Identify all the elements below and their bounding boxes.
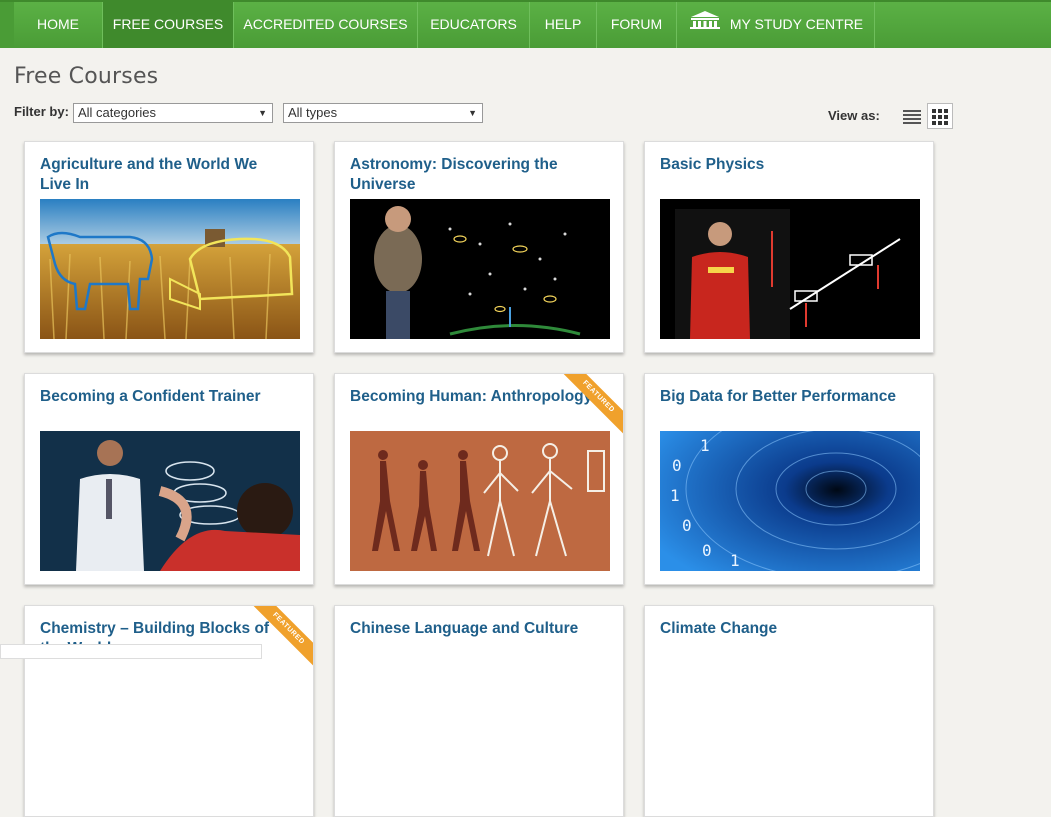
svg-text:0: 0 [682, 516, 692, 535]
dropdown-arrow-icon: ▼ [468, 108, 477, 118]
list-view-icon [903, 110, 921, 124]
category-select[interactable]: All categories ▼ [73, 103, 273, 123]
course-card[interactable]: Astronomy: Discovering the Universe [334, 141, 624, 353]
main-nav: HOME FREE COURSES ACCREDITED COURSES EDU… [0, 0, 1051, 48]
svg-text:0: 0 [702, 541, 712, 560]
nav-help[interactable]: HELP [530, 2, 597, 48]
course-title[interactable]: Climate Change [660, 619, 910, 639]
nav-free-courses[interactable]: FREE COURSES [103, 2, 234, 48]
course-card[interactable]: Chemistry – Building Blocks of the World… [24, 605, 314, 817]
svg-text:1: 1 [730, 551, 740, 570]
course-card[interactable]: Basic Physics [644, 141, 934, 353]
course-title[interactable]: Astronomy: Discovering the Universe [350, 155, 600, 195]
course-card[interactable]: Climate Change [644, 605, 934, 817]
nav-home[interactable]: HOME [14, 2, 103, 48]
course-title[interactable]: Chinese Language and Culture [350, 619, 600, 639]
featured-label: FEATURED [556, 374, 623, 439]
course-thumbnail[interactable] [350, 431, 610, 571]
filter-label: Filter by: [14, 104, 69, 119]
course-title[interactable]: Becoming a Confident Trainer [40, 387, 290, 407]
course-thumbnail[interactable] [40, 431, 300, 571]
course-thumbnail[interactable]: 010 011 [660, 431, 920, 571]
course-card[interactable]: Becoming Human: Anthropology FEATURED [334, 373, 624, 585]
type-select-value: All types [288, 105, 338, 120]
nav-educators[interactable]: EDUCATORS [418, 2, 530, 48]
building-icon [688, 3, 722, 47]
course-thumbnail[interactable] [660, 199, 920, 339]
grid-view-button[interactable] [927, 103, 953, 129]
nav-my-study-centre-label: MY STUDY CENTRE [729, 16, 864, 32]
list-view-button[interactable] [899, 103, 925, 129]
course-card[interactable]: Becoming a Confident Trainer [24, 373, 314, 585]
nav-accredited-courses[interactable]: ACCREDITED COURSES [234, 2, 418, 48]
grid-view-icon [932, 109, 948, 125]
course-card[interactable]: Big Data for Better Performance 010 011 [644, 373, 934, 585]
nav-my-study-centre[interactable]: MY STUDY CENTRE [677, 2, 875, 48]
page-title: Free Courses [14, 64, 159, 89]
course-title[interactable]: Basic Physics [660, 155, 910, 175]
view-as-label: View as: [828, 108, 880, 123]
nav-forum[interactable]: FORUM [597, 2, 677, 48]
course-title[interactable]: Agriculture and the World We Live In [40, 155, 290, 195]
type-select[interactable]: All types ▼ [283, 103, 483, 123]
course-thumbnail[interactable] [40, 199, 300, 339]
course-card[interactable]: Chinese Language and Culture [334, 605, 624, 817]
nav-edge [0, 2, 14, 48]
featured-ribbon: FEATURED [244, 606, 313, 675]
category-select-value: All categories [78, 105, 157, 120]
status-bar [0, 644, 262, 659]
course-card[interactable]: Agriculture and the World We Live In [24, 141, 314, 353]
course-thumbnail[interactable] [350, 199, 610, 339]
dropdown-arrow-icon: ▼ [258, 108, 267, 118]
svg-text:1: 1 [700, 436, 710, 455]
featured-label: FEATURED [246, 606, 313, 671]
svg-text:0: 0 [672, 456, 682, 475]
course-title[interactable]: Big Data for Better Performance [660, 387, 910, 407]
svg-text:1: 1 [670, 486, 680, 505]
